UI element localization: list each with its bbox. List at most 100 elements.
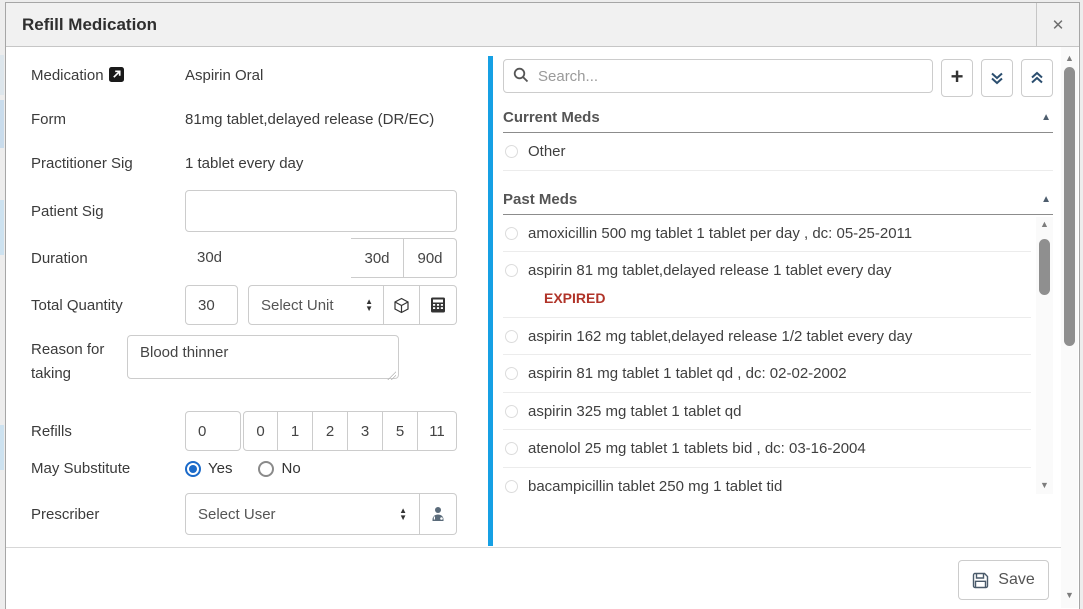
refills-quick-0-button[interactable]: 0 bbox=[243, 411, 278, 451]
calculator-icon bbox=[430, 297, 446, 313]
section-title: Current Meds bbox=[503, 109, 600, 126]
plus-icon: + bbox=[951, 66, 964, 88]
duration-quick-90d-button[interactable]: 90d bbox=[404, 238, 457, 278]
total-quantity-label: Total Quantity bbox=[31, 297, 185, 314]
substitute-yes-radio[interactable]: Yes bbox=[185, 460, 232, 477]
duration-input[interactable] bbox=[185, 238, 351, 276]
save-button[interactable]: Save bbox=[958, 560, 1049, 600]
section-title: Past Meds bbox=[503, 191, 577, 208]
med-text: atenolol 25 mg tablet 1 tablets bid , dc… bbox=[528, 440, 866, 457]
list-item[interactable]: bacampicillin tablet 250 mg 1 tablet tid bbox=[503, 468, 1031, 496]
close-button[interactable]: ✕ bbox=[1036, 3, 1079, 47]
may-substitute-row: May Substitute Yes No bbox=[31, 460, 469, 477]
duration-row: Duration 30d 90d bbox=[31, 238, 469, 278]
refills-label: Refills bbox=[31, 423, 185, 440]
expand-all-button[interactable] bbox=[981, 59, 1013, 97]
list-item[interactable]: atenolol 25 mg tablet 1 tablets bid , dc… bbox=[503, 430, 1031, 468]
scroll-down-icon[interactable]: ▼ bbox=[1036, 480, 1053, 490]
reason-textarea[interactable]: Blood thinner bbox=[127, 335, 399, 379]
reason-row: Reason for taking Blood thinner bbox=[31, 332, 469, 386]
scroll-up-icon[interactable]: ▲ bbox=[1061, 53, 1078, 63]
practitioner-sig-label: Practitioner Sig bbox=[31, 155, 185, 172]
double-chevron-up-icon bbox=[1030, 71, 1044, 85]
external-link-icon[interactable] bbox=[109, 67, 124, 82]
section-header-past-meds[interactable]: Past Meds ▲ bbox=[503, 187, 1053, 215]
form-value: 81mg tablet,delayed release (DR/EC) bbox=[185, 111, 434, 128]
refills-quick-1-button[interactable]: 1 bbox=[278, 411, 313, 451]
prescriber-row: Prescriber Select User ▲▼ bbox=[31, 493, 469, 535]
substitute-no-label: No bbox=[281, 460, 300, 477]
radio-unselected-icon bbox=[505, 264, 518, 277]
select-arrows-icon: ▲▼ bbox=[399, 507, 407, 521]
double-chevron-down-icon bbox=[990, 71, 1004, 85]
med-text: aspirin 162 mg tablet,delayed release 1/… bbox=[528, 328, 912, 345]
practitioner-sig-row: Practitioner Sig 1 tablet every day bbox=[31, 155, 469, 172]
refill-form: Medication Aspirin Oral Form 81mg tablet… bbox=[31, 47, 469, 535]
meds-panel: + Current Meds ▲ Other bbox=[503, 59, 1053, 496]
duration-label: Duration bbox=[31, 250, 185, 267]
scroll-up-icon[interactable]: ▲ bbox=[1036, 219, 1053, 229]
radio-unselected-icon bbox=[505, 227, 518, 240]
list-item[interactable]: aspirin 81 mg tablet,delayed release 1 t… bbox=[503, 252, 1031, 318]
radio-unselected-icon bbox=[505, 367, 518, 380]
list-item[interactable]: aspirin 81 mg tablet 1 tablet qd , dc: 0… bbox=[503, 355, 1031, 393]
user-md-icon bbox=[430, 506, 446, 522]
med-text: aspirin 81 mg tablet 1 tablet qd , dc: 0… bbox=[528, 365, 847, 382]
refills-quick-5-button[interactable]: 5 bbox=[383, 411, 418, 451]
section-header-current-meds[interactable]: Current Meds ▲ bbox=[503, 105, 1053, 133]
medication-row: Medication Aspirin Oral bbox=[31, 67, 469, 84]
scrollbar-thumb[interactable] bbox=[1039, 239, 1050, 295]
unit-group: Select Unit ▲▼ bbox=[248, 285, 457, 325]
page-behind-fragment bbox=[0, 200, 4, 255]
refills-quick-2-button[interactable]: 2 bbox=[313, 411, 348, 451]
dialog-titlebar: Refill Medication ✕ bbox=[6, 3, 1079, 47]
prescriber-select-value: Select User bbox=[198, 506, 276, 523]
search-icon bbox=[513, 67, 529, 83]
refill-medication-dialog: Refill Medication ✕ Medication Aspirin O… bbox=[5, 2, 1080, 609]
unit-select[interactable]: Select Unit ▲▼ bbox=[248, 285, 384, 325]
dialog-scrollbar[interactable]: ▲ ▼ bbox=[1061, 47, 1078, 608]
patient-sig-input[interactable] bbox=[185, 190, 457, 232]
prescriber-select[interactable]: Select User ▲▼ bbox=[185, 493, 420, 535]
dialog-title: Refill Medication bbox=[6, 3, 1079, 47]
cube-icon bbox=[393, 297, 410, 314]
duration-quick-30d-button[interactable]: 30d bbox=[351, 238, 404, 278]
select-arrows-icon: ▲▼ bbox=[365, 298, 373, 312]
scrollbar-thumb[interactable] bbox=[1064, 67, 1075, 346]
refills-quick-3-button[interactable]: 3 bbox=[348, 411, 383, 451]
refills-quick-11-button[interactable]: 11 bbox=[418, 411, 457, 451]
list-item[interactable]: aspirin 162 mg tablet,delayed release 1/… bbox=[503, 318, 1031, 356]
unit-select-value: Select Unit bbox=[261, 297, 334, 314]
meds-search-row: + bbox=[503, 59, 1053, 97]
radio-unselected-icon bbox=[505, 442, 518, 455]
scroll-down-icon[interactable]: ▼ bbox=[1061, 590, 1078, 600]
collapse-all-button[interactable] bbox=[1021, 59, 1053, 97]
substitute-no-radio[interactable]: No bbox=[258, 460, 300, 477]
radio-selected-icon bbox=[185, 461, 201, 477]
radio-unselected-icon bbox=[258, 461, 274, 477]
form-row: Form 81mg tablet,delayed release (DR/EC) bbox=[31, 111, 469, 128]
page-behind-fragment bbox=[0, 425, 4, 470]
package-quantity-button[interactable] bbox=[384, 285, 420, 325]
page-behind-fragment bbox=[0, 100, 4, 148]
meds-search-input[interactable] bbox=[503, 59, 933, 93]
list-item[interactable]: aspirin 325 mg tablet 1 tablet qd bbox=[503, 393, 1031, 431]
list-item[interactable]: Other bbox=[503, 133, 1053, 171]
assign-prescriber-button[interactable] bbox=[420, 493, 457, 535]
may-substitute-label: May Substitute bbox=[31, 460, 185, 477]
expired-badge: EXPIRED bbox=[544, 289, 892, 307]
med-text: amoxicillin 500 mg tablet 1 tablet per d… bbox=[528, 225, 912, 242]
form-label: Form bbox=[31, 111, 185, 128]
radio-unselected-icon bbox=[505, 480, 518, 493]
past-meds-scrollbar[interactable]: ▲ ▼ bbox=[1036, 217, 1053, 494]
footer-divider bbox=[6, 547, 1061, 548]
list-item[interactable]: amoxicillin 500 mg tablet 1 tablet per d… bbox=[503, 215, 1031, 253]
patient-sig-label: Patient Sig bbox=[31, 203, 185, 220]
med-text: aspirin 325 mg tablet 1 tablet qd bbox=[528, 403, 741, 420]
refills-input[interactable] bbox=[185, 411, 241, 451]
add-med-button[interactable]: + bbox=[941, 59, 973, 97]
resize-grip-icon[interactable] bbox=[387, 371, 396, 380]
substitute-yes-label: Yes bbox=[208, 460, 232, 477]
calculate-quantity-button[interactable] bbox=[420, 285, 457, 325]
total-quantity-input[interactable] bbox=[185, 285, 238, 325]
